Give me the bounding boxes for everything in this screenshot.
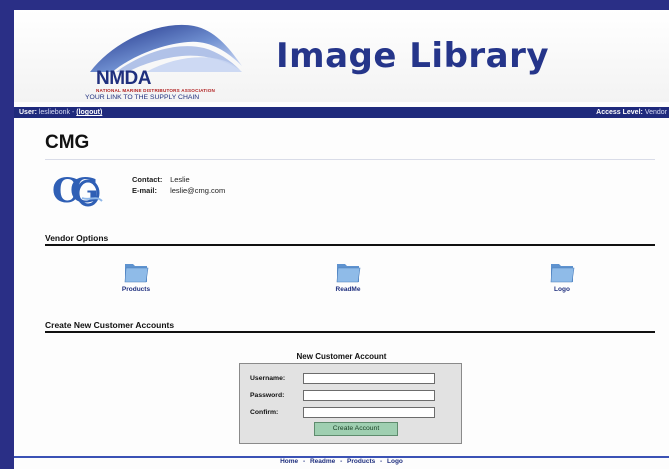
- logo-association-name: NATIONAL MARINE DISTRIBUTORS ASSOCIATION: [96, 88, 216, 93]
- confirm-label: Confirm:: [250, 409, 279, 416]
- access-level: Access Level: Vendor: [596, 107, 667, 118]
- password-row: Password:: [250, 390, 450, 402]
- footer-link-logo[interactable]: Logo: [387, 458, 403, 465]
- company-logo: CG: [52, 171, 112, 214]
- footer-separator: -: [340, 458, 343, 465]
- create-account-button[interactable]: Create Account: [314, 422, 398, 436]
- username-input[interactable]: [303, 373, 435, 384]
- email-row: E-mail: leslie@cmg.com: [132, 185, 225, 196]
- footer-link-home[interactable]: Home: [280, 458, 298, 465]
- footer-separator: -: [380, 458, 383, 465]
- company-contact: Contact: Leslie E-mail: leslie@cmg.com: [132, 174, 225, 196]
- folder-label: ReadMe: [335, 286, 361, 293]
- password-input[interactable]: [303, 390, 435, 401]
- cmg-logo-graphic: CG: [52, 171, 106, 211]
- access-label: Access Level:: [596, 109, 643, 116]
- folder-icon: [550, 264, 575, 283]
- email-label: E-mail:: [132, 186, 158, 195]
- folder-logo[interactable]: Logo: [532, 260, 592, 293]
- username-row: Username:: [250, 373, 450, 385]
- contact-row: Contact: Leslie: [132, 174, 225, 185]
- logout-link[interactable]: (logout): [76, 109, 102, 116]
- new-account-form: Username: Password: Confirm: Create Acco…: [239, 363, 462, 444]
- footer-nav: Home - Readme - Products - Logo: [14, 458, 669, 465]
- footer-link-products[interactable]: Products: [347, 458, 375, 465]
- logo-wordmark: NMDA: [96, 68, 152, 89]
- vendor-options-rule: [45, 244, 655, 246]
- nmda-logo[interactable]: NMDA NATIONAL MARINE DISTRIBUTORS ASSOCI…: [76, 16, 244, 101]
- contact-label: Contact:: [132, 175, 163, 184]
- folder-icon: [336, 264, 361, 283]
- folder-label: Logo: [554, 286, 570, 293]
- vendor-options-title: Vendor Options: [45, 233, 109, 243]
- user-bar: User: lesliebonk - (logout) Access Level…: [14, 107, 669, 118]
- password-label: Password:: [250, 392, 285, 399]
- page: NMDA NATIONAL MARINE DISTRIBUTORS ASSOCI…: [14, 10, 669, 469]
- form-title: New Customer Account: [296, 352, 387, 361]
- page-title: Image Library: [276, 36, 550, 76]
- user-label: User:: [19, 109, 37, 116]
- contact-value: Leslie: [170, 175, 190, 184]
- confirm-row: Confirm:: [250, 407, 450, 419]
- footer-link-readme[interactable]: Readme: [310, 458, 335, 465]
- create-accounts-title: Create New Customer Accounts: [45, 320, 175, 330]
- folder-readme[interactable]: ReadMe: [318, 260, 378, 293]
- company-name: CMG: [45, 132, 90, 153]
- access-value: Vendor: [644, 109, 667, 116]
- divider: [45, 159, 655, 160]
- user-separator: -: [71, 109, 75, 116]
- folder-products[interactable]: Products: [106, 260, 166, 293]
- header: NMDA NATIONAL MARINE DISTRIBUTORS ASSOCI…: [14, 10, 669, 102]
- create-accounts-rule: [45, 331, 655, 333]
- user-info: User: lesliebonk - (logout): [19, 107, 102, 118]
- footer-separator: -: [302, 458, 306, 465]
- email-value[interactable]: leslie@cmg.com: [170, 186, 225, 195]
- folder-icon: [124, 264, 149, 283]
- logo-tagline: YOUR LINK TO THE SUPPLY CHAIN: [85, 94, 200, 101]
- username-label: Username:: [250, 375, 286, 382]
- confirm-input[interactable]: [303, 407, 435, 418]
- folder-label: Products: [121, 286, 151, 293]
- username: lesliebonk: [38, 109, 70, 116]
